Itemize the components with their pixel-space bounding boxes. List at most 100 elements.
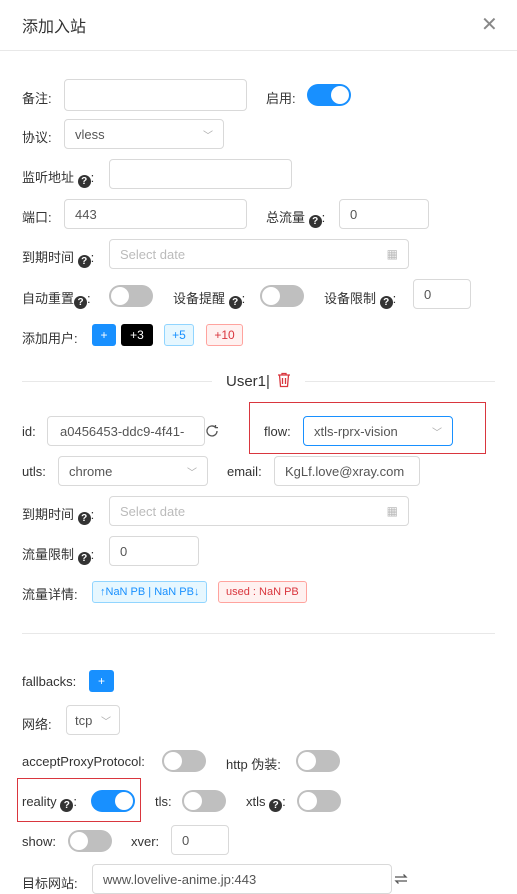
protocol-label: 协议: (22, 130, 52, 145)
xtls-toggle[interactable] (297, 790, 341, 812)
tls-toggle[interactable] (182, 790, 226, 812)
accept-proxy-toggle[interactable] (162, 750, 206, 772)
traffic-limit-value: 0 (120, 543, 128, 559)
expiry-placeholder: Select date (120, 246, 186, 262)
utls-select[interactable]: chrome ﹀ (58, 456, 208, 486)
add-user-label: 添加用户: (22, 331, 78, 346)
toggle-knob (331, 86, 349, 104)
toggle-knob (184, 792, 202, 810)
traffic-limit-label-wrap: 流量限制 ?: (22, 547, 95, 565)
enable-label: 启用: (266, 91, 296, 106)
listen-label-wrap: 监听地址 ?: (22, 170, 95, 188)
auto-reset-label-wrap: 自动重置?: (22, 291, 91, 309)
add-5-users-button[interactable]: +5 (164, 324, 194, 346)
id-input[interactable]: a0456453-ddc9-4f41- (47, 416, 205, 446)
xtls-label-wrap: xtls ?: (246, 794, 286, 812)
question-icon[interactable]: ? (308, 215, 322, 228)
flow-value: xtls-rprx-vision (314, 423, 398, 439)
chevron-down-icon: ﹀ (101, 716, 111, 728)
divider (22, 381, 212, 382)
target-value: www.lovelive-anime.jp:443 (103, 871, 257, 887)
network-value: tcp (75, 712, 93, 728)
traffic-used-tag: used : NaN PB (218, 581, 307, 603)
user-expiry-date-picker[interactable]: Select date ▦ (109, 496, 409, 526)
reality-toggle[interactable] (91, 790, 135, 812)
port-label: 端口: (22, 210, 52, 225)
device-alert-label: 设备提醒 (173, 291, 226, 306)
email-label: email: (227, 464, 262, 479)
add-fallback-button[interactable]: + (89, 670, 114, 692)
id-label: id: (22, 424, 36, 439)
port-value: 443 (75, 206, 97, 222)
network-select[interactable]: tcp ﹀ (66, 705, 120, 735)
expiry-label-wrap: 到期时间 ?: (22, 250, 95, 268)
accept-proxy-label: acceptProxyProtocol: (22, 754, 145, 769)
http-disguise-toggle[interactable] (296, 750, 340, 772)
device-alert-label-wrap: 设备提醒 ?: (173, 291, 246, 309)
toggle-knob (299, 792, 317, 810)
utls-value: chrome (69, 463, 113, 479)
total-traffic-input[interactable]: 0 (339, 199, 429, 229)
chevron-down-icon: ﹀ (432, 427, 442, 439)
protocol-value: vless (75, 126, 105, 142)
question-icon[interactable]: ? (77, 512, 91, 525)
add-3-users-button[interactable]: +3 (121, 324, 153, 346)
expiry-date-picker[interactable]: Select date ▦ (109, 239, 409, 269)
http-disguise-label: http 伪装: (226, 757, 281, 772)
trash-icon[interactable] (277, 372, 291, 388)
traffic-limit-label: 流量限制 (22, 547, 75, 562)
dialog-title: 添加入站 (22, 19, 87, 36)
flow-label: flow: (264, 424, 291, 439)
remark-label: 备注: (22, 91, 52, 106)
xver-value: 0 (182, 832, 190, 848)
question-icon[interactable]: ? (77, 552, 91, 565)
flow-select[interactable]: xtls-rprx-vision ﹀ (303, 416, 453, 446)
user-heading: User1| (226, 373, 270, 390)
enable-toggle[interactable] (307, 84, 351, 106)
listen-label: 监听地址 (22, 170, 75, 185)
email-input[interactable]: KgLf.love@xray.com (274, 456, 420, 486)
xver-label: xver: (131, 834, 160, 849)
chevron-down-icon: ﹀ (187, 467, 197, 479)
add-user-button[interactable]: + (92, 324, 116, 346)
user-expiry-placeholder: Select date (120, 503, 186, 519)
question-icon[interactable]: ? (77, 175, 91, 188)
listen-input[interactable] (109, 159, 292, 189)
swap-icon[interactable] (394, 873, 408, 885)
toggle-knob (262, 287, 280, 305)
target-input[interactable]: www.lovelive-anime.jp:443 (92, 864, 392, 894)
question-icon[interactable]: ? (74, 296, 88, 309)
total-traffic-value: 0 (350, 206, 358, 222)
protocol-select[interactable]: vless ﹀ (64, 119, 224, 149)
traffic-limit-input[interactable]: 0 (109, 536, 199, 566)
question-icon[interactable]: ? (228, 296, 242, 309)
close-icon[interactable]: ✕ (481, 12, 498, 37)
xver-input[interactable]: 0 (171, 825, 229, 855)
add-10-users-button[interactable]: +10 (206, 324, 243, 346)
device-alert-toggle[interactable] (260, 285, 304, 307)
device-limit-input[interactable]: 0 (413, 279, 471, 309)
question-icon[interactable]: ? (269, 799, 283, 812)
network-label: 网络: (22, 717, 52, 732)
refresh-icon[interactable] (205, 424, 219, 438)
expiry-label: 到期时间 (22, 250, 75, 265)
question-icon[interactable]: ? (60, 799, 74, 812)
traffic-up-down-tag: ↑NaN PB | NaN PB↓ (92, 581, 208, 603)
auto-reset-toggle[interactable] (109, 285, 153, 307)
target-label: 目标网站: (22, 876, 78, 891)
toggle-knob (164, 752, 182, 770)
total-traffic-label-wrap: 总流量 ?: (266, 210, 326, 228)
show-toggle[interactable] (68, 830, 112, 852)
tls-label: tls: (155, 794, 172, 809)
reality-label: reality (22, 794, 57, 809)
question-icon[interactable]: ? (77, 255, 91, 268)
device-limit-value: 0 (424, 286, 432, 302)
remark-input[interactable] (64, 79, 247, 111)
question-icon[interactable]: ? (379, 296, 393, 309)
toggle-knob (115, 792, 133, 810)
device-limit-label: 设备限制 (324, 291, 377, 306)
calendar-icon: ▦ (386, 247, 398, 261)
port-input[interactable]: 443 (64, 199, 247, 229)
utls-label: utls: (22, 464, 46, 479)
toggle-knob (298, 752, 316, 770)
